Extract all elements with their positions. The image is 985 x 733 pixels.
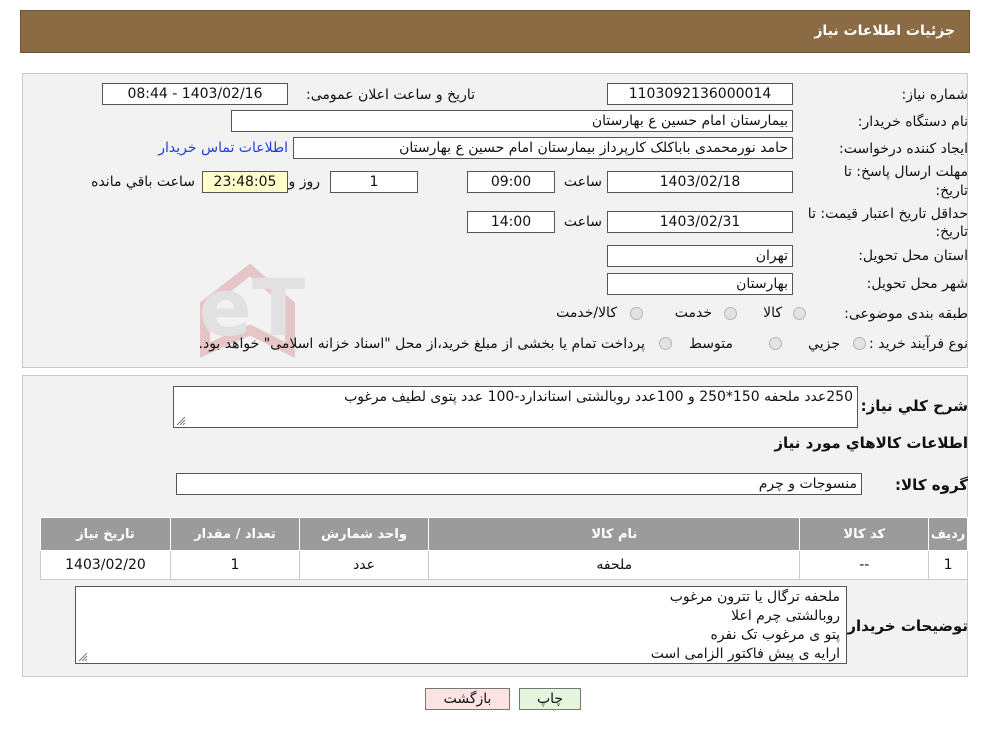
deadline-label-date: تاریخ: xyxy=(935,183,968,199)
category-option-service: خدمت xyxy=(674,305,712,321)
description-text: 250عدد ملحفه 150*250 و 100عدد روبالشتی ا… xyxy=(344,389,853,405)
validity-date-field: 1403/02/31 xyxy=(607,211,793,233)
col-header-code: کد کالا xyxy=(799,517,930,551)
category-label: طبقه بندی موضوعی: xyxy=(844,306,968,322)
page-title: جزئیات اطلاعات نیاز xyxy=(814,23,955,39)
buyer-notes-line: ملحفه ترگال یا تترون مرغوب xyxy=(669,589,840,605)
buyer-org-label: نام دستگاه خریدار: xyxy=(857,114,968,130)
city-field: بهارستان xyxy=(607,273,793,295)
resize-grip-icon[interactable] xyxy=(176,416,186,426)
remaining-time-field: 23:48:05 xyxy=(202,171,288,193)
buyer-notes-label: توضیحات خریدار: xyxy=(841,617,968,635)
cell-unit: عدد xyxy=(298,550,430,580)
need-number-label: شماره نیاز: xyxy=(901,87,969,103)
deadline-time-label: ساعت xyxy=(563,174,602,190)
process-radio-minor[interactable] xyxy=(853,337,866,350)
buyer-notes-field[interactable]: ملحفه ترگال یا تترون مرغوب روبالشتی چرم … xyxy=(75,586,847,664)
col-header-row-number: ردیف xyxy=(928,517,968,551)
process-option-minor: جزیي xyxy=(808,336,840,352)
buyer-notes-line: ارایه ی پیش فاکتور الزامی است xyxy=(650,646,840,662)
table-header-row: ردیف کد کالا نام کالا واحد شمارش تعداد /… xyxy=(40,517,968,551)
back-button[interactable]: بازگشت xyxy=(425,688,510,710)
city-label: شهر محل تحویل: xyxy=(866,276,968,292)
cell-code: -- xyxy=(799,550,930,580)
payment-checkbox[interactable] xyxy=(659,337,672,350)
validity-time-label: ساعت xyxy=(563,214,602,230)
category-option-goods-service: کالا/خدمت xyxy=(556,305,617,321)
announce-datetime-field: 1403/02/16 - 08:44 xyxy=(102,83,288,105)
page-header: جزئیات اطلاعات نیاز xyxy=(20,10,970,53)
category-radio-goods-service[interactable] xyxy=(630,307,643,320)
province-label: استان محل تحویل: xyxy=(858,248,968,264)
resize-grip-icon[interactable] xyxy=(78,652,88,662)
goods-table: ردیف کد کالا نام کالا واحد شمارش تعداد /… xyxy=(40,517,968,580)
deadline-label: مهلت ارسال پاسخ: تا xyxy=(843,164,968,180)
validity-time-field: 14:00 xyxy=(467,211,555,233)
buyer-notes-line: پتو ی مرغوب تک نفره xyxy=(710,627,840,643)
remaining-label: ساعت باقي مانده xyxy=(91,174,195,190)
cell-name: ملحفه xyxy=(428,550,801,580)
buyer-notes-line: روبالشتی چرم اعلا xyxy=(731,608,840,624)
announce-label: تاریخ و ساعت اعلان عمومی: xyxy=(306,87,475,103)
process-radio-medium[interactable] xyxy=(769,337,782,350)
col-header-unit: واحد شمارش xyxy=(298,517,430,551)
col-header-quantity: تعداد / مقدار xyxy=(169,517,300,551)
col-header-name: نام کالا xyxy=(428,517,801,551)
creator-field: حامد نورمحمدی باباکلک کارپرداز بیمارستان… xyxy=(293,137,793,159)
goods-group-field: منسوجات و چرم xyxy=(176,473,862,495)
cell-quantity: 1 xyxy=(169,550,300,580)
category-option-goods: کالا xyxy=(763,305,782,321)
validity-label-date: تاریخ: xyxy=(935,224,968,240)
print-button[interactable]: چاپ xyxy=(519,688,581,710)
need-number-field: 1103092136000014 xyxy=(607,83,793,105)
cell-date: 1403/02/20 xyxy=(40,550,171,580)
deadline-date-field: 1403/02/18 xyxy=(607,171,793,193)
days-remaining-field: 1 xyxy=(330,171,418,193)
goods-section-title: اطلاعات کالاهاي مورد نياز xyxy=(774,434,968,452)
description-field[interactable]: 250عدد ملحفه 150*250 و 100عدد روبالشتی ا… xyxy=(173,386,858,428)
process-option-medium: متوسط xyxy=(689,336,733,352)
category-radio-goods[interactable] xyxy=(793,307,806,320)
category-radio-service[interactable] xyxy=(724,307,737,320)
buyer-contact-link[interactable]: اطلاعات تماس خریدار xyxy=(158,140,288,156)
creator-label: ایجاد کننده درخواست: xyxy=(839,141,968,157)
province-field: تهران xyxy=(607,245,793,267)
validity-label: حداقل تاریخ اعتبار قیمت: تا xyxy=(807,206,968,222)
buyer-org-field: بیمارستان امام حسین ع بهارستان xyxy=(231,110,793,132)
cell-row-number: 1 xyxy=(928,550,968,580)
days-label: روز و xyxy=(288,174,321,190)
table-row: 1 -- ملحفه عدد 1 1403/02/20 xyxy=(40,550,968,580)
payment-note: پرداخت تمام یا بخشی از مبلغ خرید،از محل … xyxy=(198,336,645,352)
goods-group-label: گروه کالا: xyxy=(895,476,968,494)
col-header-date: تاریخ نیاز xyxy=(40,517,171,551)
description-label: شرح کلي نياز: xyxy=(860,397,968,415)
deadline-time-field: 09:00 xyxy=(467,171,555,193)
process-label: نوع فرآیند خرید : xyxy=(869,336,968,352)
